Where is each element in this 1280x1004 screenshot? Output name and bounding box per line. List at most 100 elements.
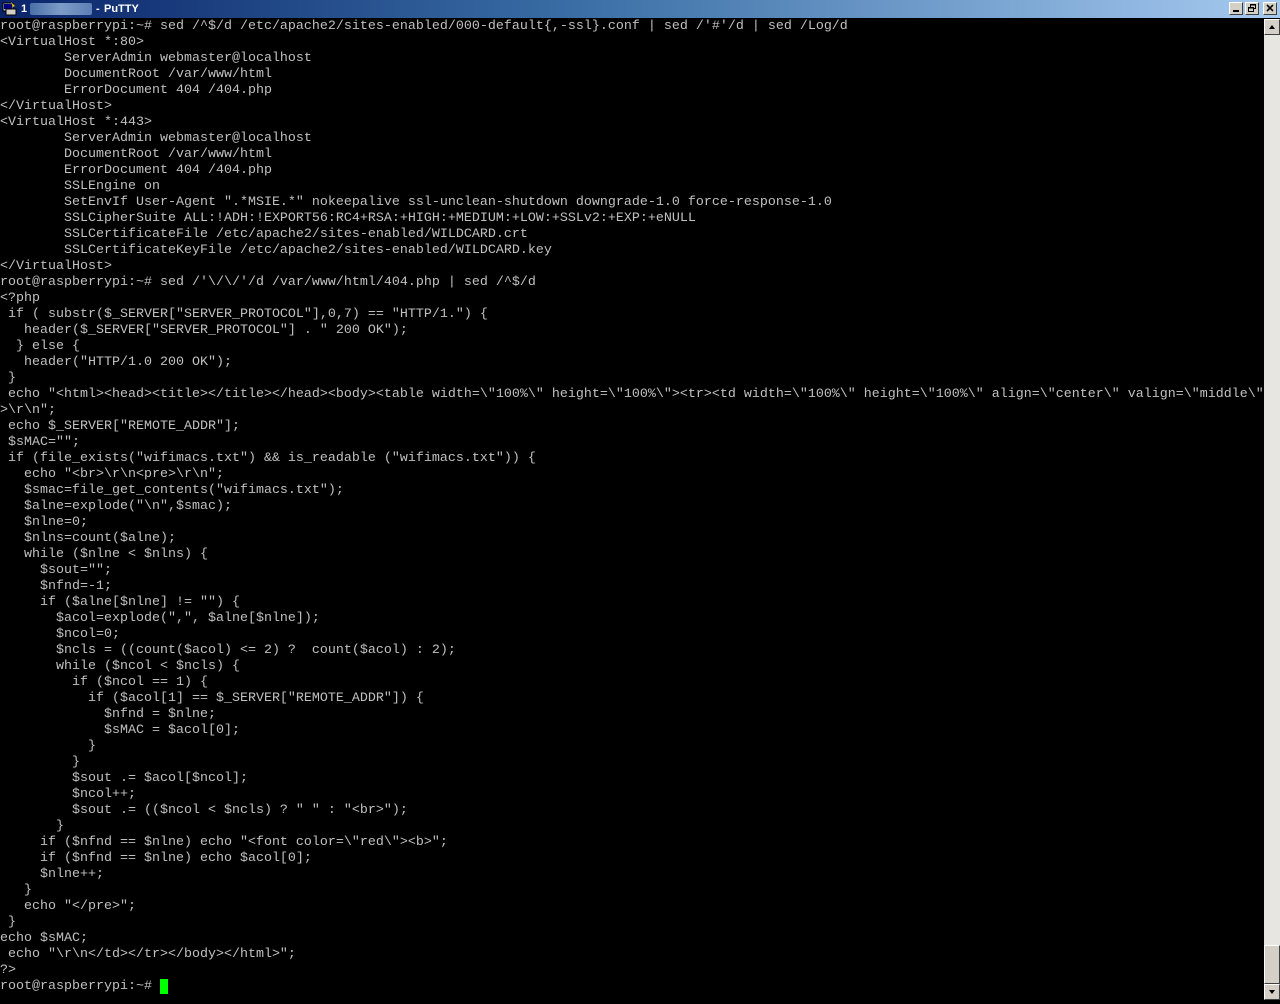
- putty-window: 1 - PuTTY root@raspberrypi:~# sed /^$/d …: [0, 0, 1280, 1000]
- terminal-line-text: echo "</pre>";: [0, 899, 136, 914]
- title-bar[interactable]: 1 - PuTTY: [0, 0, 1280, 18]
- terminal-line: while ($ncol < $ncls) {: [0, 659, 1264, 675]
- terminal-line: <?php: [0, 291, 1264, 307]
- terminal-output: root@raspberrypi:~# sed /^$/d /etc/apach…: [0, 19, 1264, 995]
- terminal-line-text: echo $_SERVER["REMOTE_ADDR"];: [0, 419, 240, 434]
- scroll-up-button[interactable]: [1264, 19, 1280, 35]
- terminal-line: SSLCertificateFile /etc/apache2/sites-en…: [0, 227, 1264, 243]
- close-icon: [1266, 4, 1274, 12]
- terminal-line-text: }: [0, 755, 80, 770]
- window-title: PuTTY: [104, 3, 139, 15]
- terminal-line: if ($ncol == 1) {: [0, 675, 1264, 691]
- terminal-line-text: }: [0, 739, 96, 754]
- terminal-line-text: <VirtualHost *:80>: [0, 35, 144, 50]
- minimize-icon: [1233, 10, 1239, 12]
- terminal-line: }: [0, 739, 1264, 755]
- terminal-line-text: SSLCertificateKeyFile /etc/apache2/sites…: [0, 243, 552, 258]
- terminal-line-text: header($_SERVER["SERVER_PROTOCOL"] . " 2…: [0, 323, 408, 338]
- terminal-line: SSLCipherSuite ALL:!ADH:!EXPORT56:RC4+RS…: [0, 211, 1264, 227]
- terminal-line: $acol=explode(",", $alne[$nlne]);: [0, 611, 1264, 627]
- scrollbar-thumb[interactable]: [1264, 945, 1280, 984]
- terminal-line-text: DocumentRoot /var/www/html: [0, 67, 272, 82]
- terminal-line: ServerAdmin webmaster@localhost: [0, 51, 1264, 67]
- terminal-line-text: echo $sMAC;: [0, 931, 88, 946]
- terminal-line: SSLEngine on: [0, 179, 1264, 195]
- terminal-line: }: [0, 819, 1264, 835]
- terminal-line: echo "\r\n</td></tr></body></html>";: [0, 947, 1264, 963]
- putty-terminal-icon[interactable]: [2, 1, 18, 17]
- terminal-line-text: </VirtualHost>: [0, 99, 112, 114]
- terminal-line-text: echo "<br>\r\n<pre>\r\n";: [0, 467, 224, 482]
- terminal-line: $nlne++;: [0, 867, 1264, 883]
- terminal-line: </VirtualHost>: [0, 99, 1264, 115]
- terminal-line-text: $nfnd = $nlne;: [0, 707, 216, 722]
- terminal-screen[interactable]: root@raspberrypi:~# sed /^$/d /etc/apach…: [0, 19, 1264, 1000]
- terminal-line-text: $nfnd=-1;: [0, 579, 112, 594]
- terminal-line: SetEnvIf User-Agent ".*MSIE.*" nokeepali…: [0, 195, 1264, 211]
- terminal-line: $ncol=0;: [0, 627, 1264, 643]
- terminal-line-text: root@raspberrypi:~#: [0, 979, 160, 994]
- terminal-line-text: if ($nfnd == $nlne) echo "<font color=\"…: [0, 835, 448, 850]
- close-button[interactable]: [1263, 2, 1277, 15]
- terminal-line: $sout .= (($ncol < $ncls) ? " " : "<br>"…: [0, 803, 1264, 819]
- terminal-line: echo "</pre>";: [0, 899, 1264, 915]
- window-title-separator: -: [96, 3, 100, 15]
- terminal-line-text: <?php: [0, 291, 40, 306]
- terminal-line: if (file_exists("wifimacs.txt") && is_re…: [0, 451, 1264, 467]
- terminal-line-text: ErrorDocument 404 /404.php: [0, 163, 272, 178]
- terminal-line-text: SSLCipherSuite ALL:!ADH:!EXPORT56:RC4+RS…: [0, 211, 696, 226]
- scroll-down-button[interactable]: [1264, 984, 1280, 1000]
- terminal-line: $nfnd = $nlne;: [0, 707, 1264, 723]
- vertical-scrollbar[interactable]: [1264, 19, 1280, 1000]
- terminal-line-text: if (file_exists("wifimacs.txt") && is_re…: [0, 451, 536, 466]
- terminal-line-text: }: [0, 371, 16, 386]
- terminal-line-text: while ($nlne < $nlns) {: [0, 547, 208, 562]
- terminal-line: if ($nfnd == $nlne) echo $acol[0];: [0, 851, 1264, 867]
- terminal-line-text: }: [0, 883, 32, 898]
- terminal-line-text: $alne=explode("\n",$smac);: [0, 499, 232, 514]
- terminal-line-text: $smac=file_get_contents("wifimacs.txt");: [0, 483, 344, 498]
- terminal-line-text: <VirtualHost *:443>: [0, 115, 152, 130]
- terminal-line: header($_SERVER["SERVER_PROTOCOL"] . " 2…: [0, 323, 1264, 339]
- scroll-up-arrow-icon: [1269, 25, 1275, 29]
- terminal-line-text: $sout="";: [0, 563, 112, 578]
- terminal-line: ?>: [0, 963, 1264, 979]
- terminal-line-text: $nlne=0;: [0, 515, 88, 530]
- terminal-line-text: DocumentRoot /var/www/html: [0, 147, 272, 162]
- terminal-line: }: [0, 755, 1264, 771]
- terminal-line: $sMAC="";: [0, 435, 1264, 451]
- terminal-line: $nfnd=-1;: [0, 579, 1264, 595]
- terminal-line: ErrorDocument 404 /404.php: [0, 83, 1264, 99]
- restore-icon: [1248, 4, 1256, 12]
- terminal-line: } else {: [0, 339, 1264, 355]
- terminal-line-text: $sout .= (($ncol < $ncls) ? " " : "<br>"…: [0, 803, 408, 818]
- terminal-line-text: SSLEngine on: [0, 179, 160, 194]
- terminal-line-text: }: [0, 915, 16, 930]
- terminal-line: DocumentRoot /var/www/html: [0, 147, 1264, 163]
- terminal-line: </VirtualHost>: [0, 259, 1264, 275]
- terminal-line: $smac=file_get_contents("wifimacs.txt");: [0, 483, 1264, 499]
- terminal-line: root@raspberrypi:~#: [0, 979, 1264, 995]
- terminal-line-text: $ncol++;: [0, 787, 136, 802]
- terminal-line-text: $nlne++;: [0, 867, 104, 882]
- redacted-title-text: [30, 3, 92, 15]
- terminal-line-text: $sout .= $acol[$ncol];: [0, 771, 248, 786]
- terminal-line-text: }: [0, 819, 64, 834]
- terminal-line-text: while ($ncol < $ncls) {: [0, 659, 240, 674]
- terminal-cursor: [159, 979, 168, 994]
- terminal-line-text: ErrorDocument 404 /404.php: [0, 83, 272, 98]
- minimize-button[interactable]: [1229, 2, 1243, 15]
- terminal-line: while ($nlne < $nlns) {: [0, 547, 1264, 563]
- terminal-line: $ncol++;: [0, 787, 1264, 803]
- terminal-line: }: [0, 915, 1264, 931]
- terminal-line-text: root@raspberrypi:~# sed /^$/d /etc/apach…: [0, 19, 848, 34]
- terminal-line: root@raspberrypi:~# sed /^$/d /etc/apach…: [0, 19, 1264, 35]
- terminal-line-text: if ($nfnd == $nlne) echo $acol[0];: [0, 851, 312, 866]
- terminal-line: >\r\n";: [0, 403, 1264, 419]
- restore-button[interactable]: [1245, 2, 1259, 15]
- terminal-line: $nlns=count($alne);: [0, 531, 1264, 547]
- terminal-line-text: } else {: [0, 339, 80, 354]
- terminal-line-text: header("HTTP/1.0 200 OK");: [0, 355, 232, 370]
- terminal-line-text: SSLCertificateFile /etc/apache2/sites-en…: [0, 227, 528, 242]
- terminal-line-text: $nlns=count($alne);: [0, 531, 176, 546]
